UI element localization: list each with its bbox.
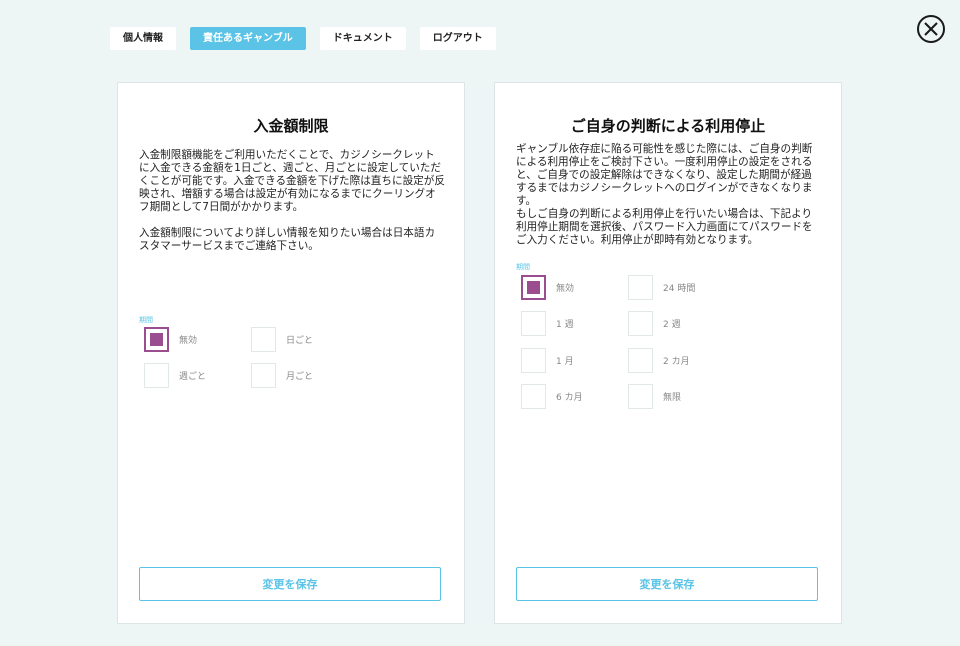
option-label: 2 週: [663, 319, 681, 330]
checkbox[interactable]: [628, 310, 653, 336]
exclusion-option-1w[interactable]: 1 週: [521, 310, 574, 336]
checkbox[interactable]: [628, 383, 653, 409]
tab-responsible-gambling[interactable]: 責任あるギャンブル: [190, 27, 306, 50]
exclusion-option-6m[interactable]: 6 カ月: [521, 383, 583, 409]
option-label: 24 時間: [663, 283, 696, 294]
exclusion-option-none[interactable]: 無効: [521, 274, 574, 300]
option-label: 無効: [179, 335, 198, 346]
checkbox[interactable]: [521, 274, 546, 300]
exclusion-option-2m[interactable]: 2 カ月: [628, 347, 690, 373]
tab-logout[interactable]: ログアウト: [419, 27, 496, 50]
checkbox[interactable]: [251, 362, 276, 388]
deposit-save-button[interactable]: 変更を保存: [139, 567, 441, 601]
self-exclusion-description: ギャンブル依存症に陥る可能性を感じた際には、ご自身の判断による利用停止をご検討下…: [516, 143, 822, 260]
close-icon: [924, 22, 938, 36]
checkbox[interactable]: [521, 383, 546, 409]
option-label: 無限: [663, 392, 682, 403]
close-button[interactable]: [917, 15, 945, 43]
exclusion-option-2w[interactable]: 2 週: [628, 310, 681, 336]
exclusion-save-button[interactable]: 変更を保存: [516, 567, 818, 601]
checkbox[interactable]: [144, 362, 169, 388]
exclusion-option-unlimited[interactable]: 無限: [628, 383, 681, 409]
deposit-option-none[interactable]: 無効: [144, 326, 197, 352]
checkbox[interactable]: [521, 347, 546, 373]
checkbox[interactable]: [628, 274, 653, 300]
option-label: 1 月: [556, 356, 574, 367]
option-label: 月ごと: [286, 371, 314, 382]
checkbox[interactable]: [144, 326, 169, 352]
self-exclusion-panel: ご自身の判断による利用停止 ギャンブル依存症に陥る可能性を感じた際には、ご自身の…: [494, 82, 842, 624]
deposit-limit-title: 入金額制限: [253, 117, 329, 135]
checkbox[interactable]: [628, 347, 653, 373]
checkbox[interactable]: [521, 310, 546, 336]
deposit-option-weekly[interactable]: 週ごと: [144, 362, 206, 388]
deposit-limit-description-1: 入金制限額機能をご利用いただくことで、カジノシークレットに入金できる金額を1日ご…: [139, 149, 445, 213]
self-exclusion-title: ご自身の判断による利用停止: [570, 117, 766, 135]
tab-documents[interactable]: ドキュメント: [319, 27, 406, 50]
option-label: 週ごと: [179, 371, 207, 382]
option-label: 2 カ月: [663, 356, 690, 367]
deposit-limit-panel: 入金額制限 入金制限額機能をご利用いただくことで、カジノシークレットに入金できる…: [117, 82, 465, 624]
option-label: 無効: [556, 283, 575, 294]
option-label: 6 カ月: [556, 392, 583, 403]
tab-personal-info[interactable]: 個人情報: [110, 27, 176, 50]
option-label: 日ごと: [286, 335, 314, 346]
self-exclusion-description-2: もしご自身の判断による利用停止を行いたい場合は、下記より利用停止期間を選択後、パ…: [516, 208, 813, 246]
exclusion-option-24h[interactable]: 24 時間: [628, 274, 695, 300]
checkbox[interactable]: [251, 326, 276, 352]
deposit-option-monthly[interactable]: 月ごと: [251, 362, 313, 388]
self-exclusion-description-1: ギャンブル依存症に陥る可能性を感じた際には、ご自身の判断による利用停止をご検討下…: [516, 143, 813, 207]
exclusion-option-1m[interactable]: 1 月: [521, 347, 574, 373]
deposit-limit-description-2: 入金額制限についてより詳しい情報を知りたい場合は日本語カスタマーサービスまでご連…: [139, 227, 436, 252]
deposit-period-label: 期間: [139, 316, 153, 324]
option-label: 1 週: [556, 319, 574, 330]
tab-bar: 個人情報 責任あるギャンブル ドキュメント ログアウト: [110, 27, 496, 50]
exclusion-period-label: 期間: [516, 263, 530, 271]
deposit-limit-description: 入金制限額機能をご利用いただくことで、カジノシークレットに入金できる金額を1日ご…: [139, 149, 445, 266]
deposit-option-daily[interactable]: 日ごと: [251, 326, 313, 352]
